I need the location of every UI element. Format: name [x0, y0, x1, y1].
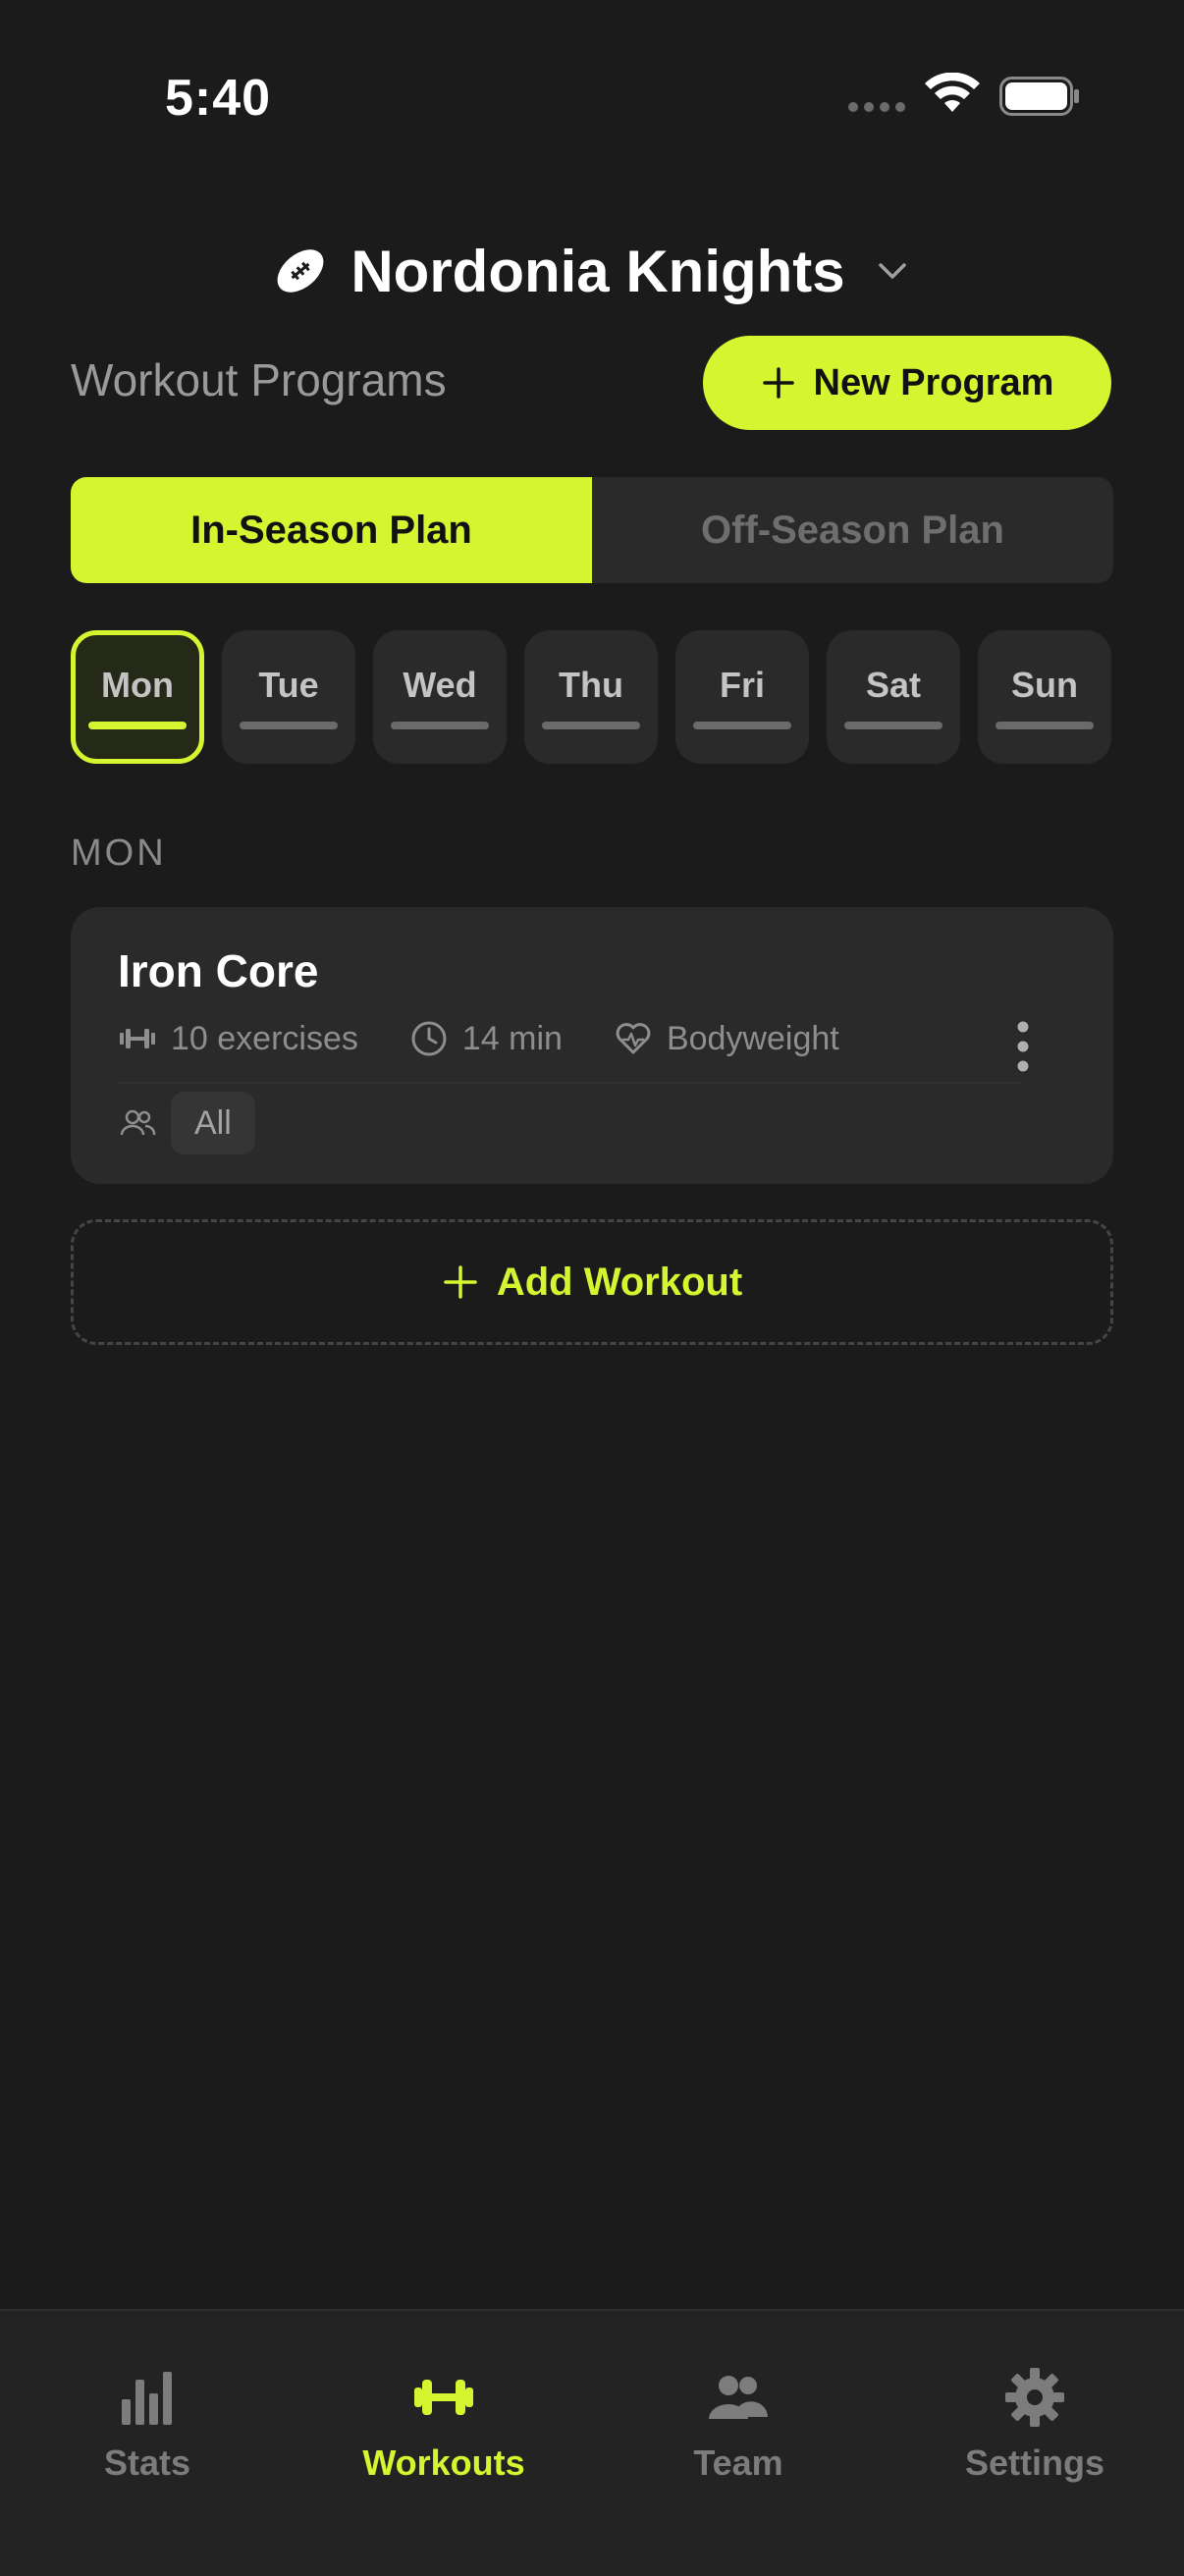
workout-card[interactable]: Iron Core 10 exercises 14 min Bodyweight… — [71, 907, 1113, 1184]
tab-stats[interactable]: Stats — [29, 2366, 265, 2484]
equipment-text: Bodyweight — [666, 1019, 839, 1057]
day-indicator — [693, 722, 791, 729]
plus-icon — [762, 367, 794, 399]
tab-team[interactable]: Team — [620, 2366, 856, 2484]
tab-in-season-plan[interactable]: In-Season Plan — [71, 477, 592, 583]
tab-workouts[interactable]: Workouts — [326, 2366, 562, 2484]
tab-label: Team — [693, 2442, 783, 2483]
day-label: Thu — [559, 665, 623, 705]
tab-settings[interactable]: Settings — [917, 2366, 1153, 2484]
wifi-icon — [925, 73, 980, 112]
chevron-down-icon — [878, 263, 906, 279]
day-indicator — [391, 722, 489, 729]
day-label: Fri — [719, 665, 765, 705]
day-mon[interactable]: Mon — [71, 630, 204, 764]
football-icon — [277, 249, 324, 293]
day-fri[interactable]: Fri — [675, 630, 809, 764]
tab-label: Workouts — [362, 2442, 525, 2483]
add-workout-label: Add Workout — [496, 1260, 743, 1304]
tab-bar: Stats Workouts Team Settings — [0, 2309, 1184, 2576]
dumbbell-icon — [414, 2380, 473, 2415]
day-label: Wed — [403, 665, 477, 705]
day-tue[interactable]: Tue — [222, 630, 355, 764]
assigned-groups: All — [118, 1092, 255, 1154]
plan-segmented-control: In-Season Plan Off-Season Plan — [71, 477, 1113, 583]
day-label: Sat — [865, 665, 922, 705]
day-sun[interactable]: Sun — [978, 630, 1111, 764]
day-indicator — [996, 722, 1094, 729]
day-indicator — [240, 722, 338, 729]
day-label: Tue — [258, 665, 319, 705]
tab-off-season-plan[interactable]: Off-Season Plan — [592, 477, 1113, 583]
equipment: Bodyweight — [614, 1019, 839, 1058]
cellular-signal-icon — [848, 102, 905, 114]
workout-meta: 10 exercises 14 min Bodyweight — [118, 1019, 877, 1058]
tab-label: Stats — [103, 2442, 191, 2483]
new-program-button[interactable]: New Program — [703, 336, 1111, 430]
people-icon — [120, 1109, 156, 1136]
section-title: Workout Programs — [71, 354, 447, 405]
day-indicator — [542, 722, 640, 729]
team-selector[interactable]: Nordonia Knights — [0, 232, 1184, 310]
duration: 14 min — [409, 1019, 563, 1058]
exercise-count: 10 exercises — [118, 1019, 358, 1058]
chart-icon — [122, 2372, 172, 2425]
day-thu[interactable]: Thu — [524, 630, 658, 764]
duration-text: 14 min — [461, 1019, 563, 1057]
gear-icon — [1005, 2368, 1064, 2427]
card-divider — [118, 1082, 1021, 1084]
tab-label: Settings — [964, 2442, 1104, 2483]
clock-icon — [411, 1021, 447, 1056]
day-label: Mon — [101, 665, 174, 705]
day-wed[interactable]: Wed — [373, 630, 507, 764]
group-chip: All — [171, 1092, 255, 1154]
status-time: 5:40 — [165, 70, 272, 127]
battery-icon — [999, 77, 1079, 116]
day-indicator — [844, 722, 942, 729]
workout-title: Iron Core — [118, 945, 319, 996]
heart-pulse-icon — [616, 1023, 651, 1054]
team-name: Nordonia Knights — [350, 238, 845, 304]
new-program-label: New Program — [813, 361, 1054, 403]
day-sat[interactable]: Sat — [827, 630, 960, 764]
dumbbell-icon — [120, 1029, 155, 1048]
day-selector: Mon Tue Wed Thu Fri Sat Sun — [71, 630, 1113, 766]
day-label: Sun — [1011, 665, 1078, 705]
people-icon — [709, 2376, 768, 2419]
exercise-count-text: 10 exercises — [171, 1019, 358, 1057]
day-indicator — [88, 722, 187, 729]
selected-day-heading: MON — [71, 832, 167, 874]
more-vertical-icon[interactable] — [1013, 1019, 1033, 1074]
add-workout-button[interactable]: Add Workout — [71, 1219, 1113, 1345]
plus-icon — [444, 1265, 477, 1299]
